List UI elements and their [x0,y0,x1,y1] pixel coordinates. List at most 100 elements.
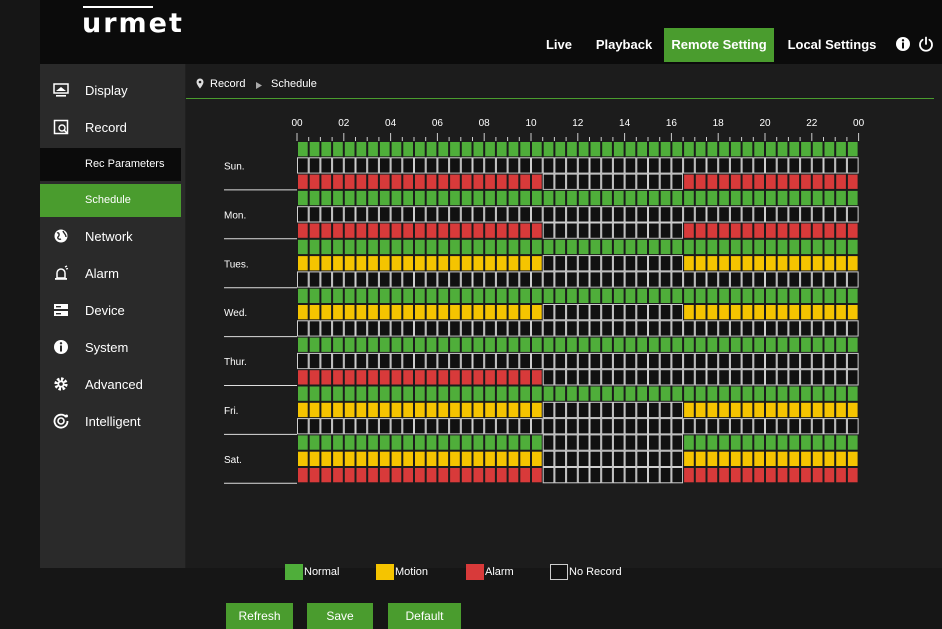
schedule-cell[interactable] [624,271,637,288]
schedule-cell[interactable] [355,222,368,239]
schedule-cell[interactable] [355,369,368,386]
schedule-cell[interactable] [671,336,684,353]
schedule-cell[interactable] [472,450,485,468]
schedule-cell[interactable] [765,369,777,386]
schedule-cell[interactable] [367,418,379,435]
schedule-cell[interactable] [811,287,824,304]
schedule-cell[interactable] [308,304,321,321]
schedule-cell[interactable] [320,467,333,484]
schedule-cell[interactable] [437,141,450,158]
schedule-cell[interactable] [460,401,473,419]
schedule-cell[interactable] [402,238,415,256]
schedule-cell[interactable] [788,271,801,288]
schedule-cell[interactable] [566,336,578,353]
schedule-cell[interactable] [659,352,672,370]
schedule-cell[interactable] [788,352,801,370]
schedule-cell[interactable] [765,467,777,484]
schedule-cell[interactable] [601,336,613,353]
schedule-cell[interactable] [554,418,567,435]
schedule-cell[interactable] [846,157,859,174]
schedule-cell[interactable] [507,255,520,272]
schedule-cell[interactable] [589,352,602,370]
schedule-cell[interactable] [601,271,613,288]
schedule-cell[interactable] [554,467,567,484]
schedule-cell[interactable] [765,352,777,370]
schedule-cell[interactable] [425,450,438,468]
schedule-cell[interactable] [823,418,836,435]
schedule-cell[interactable] [484,467,496,484]
schedule-cell[interactable] [835,206,847,223]
schedule-cell[interactable] [671,434,684,451]
schedule-cell[interactable] [765,157,777,174]
schedule-cell[interactable] [753,287,765,304]
schedule-cell[interactable] [437,238,450,256]
schedule-cell[interactable] [507,157,520,174]
schedule-cell[interactable] [484,434,496,451]
schedule-cell[interactable] [624,287,637,304]
schedule-cell[interactable] [729,287,742,304]
schedule-cell[interactable] [601,352,613,370]
schedule-cell[interactable] [648,206,660,223]
schedule-cell[interactable] [542,255,555,272]
schedule-cell[interactable] [390,189,403,207]
schedule-cell[interactable] [648,304,660,321]
schedule-cell[interactable] [788,173,801,190]
schedule-cell[interactable] [706,157,719,174]
schedule-cell[interactable] [390,418,403,435]
schedule-cell[interactable] [788,369,801,386]
schedule-cell[interactable] [846,369,859,386]
schedule-cell[interactable] [507,418,520,435]
schedule-cell[interactable] [729,352,742,370]
schedule-cell[interactable] [846,336,859,353]
schedule-cell[interactable] [367,352,379,370]
schedule-cell[interactable] [308,369,321,386]
schedule-cell[interactable] [846,418,859,435]
schedule-cell[interactable] [495,238,508,256]
schedule-cell[interactable] [367,238,379,256]
schedule-cell[interactable] [332,467,344,484]
schedule-cell[interactable] [659,238,672,256]
schedule-cell[interactable] [297,467,309,484]
schedule-cell[interactable] [519,450,531,468]
schedule-cell[interactable] [308,287,321,304]
schedule-cell[interactable] [683,287,695,304]
schedule-cell[interactable] [378,271,391,288]
schedule-cell[interactable] [472,369,485,386]
schedule-cell[interactable] [765,450,777,468]
schedule-cell[interactable] [484,352,496,370]
schedule-cell[interactable] [566,206,578,223]
schedule-cell[interactable] [554,287,567,304]
schedule-cell[interactable] [495,336,508,353]
schedule-cell[interactable] [612,434,625,451]
schedule-cell[interactable] [390,401,403,419]
schedule-cell[interactable] [694,369,707,386]
schedule-cell[interactable] [320,418,333,435]
schedule-cell[interactable] [367,222,379,239]
schedule-cell[interactable] [800,222,812,239]
schedule-cell[interactable] [671,385,684,402]
schedule-cell[interactable] [589,467,602,484]
schedule-cell[interactable] [495,450,508,468]
schedule-cell[interactable] [741,173,754,190]
schedule-cell[interactable] [460,320,473,337]
schedule-cell[interactable] [378,401,391,419]
schedule-cell[interactable] [624,385,637,402]
schedule-cell[interactable] [531,173,543,190]
schedule-cell[interactable] [332,385,344,402]
schedule-cell[interactable] [495,434,508,451]
schedule-cell[interactable] [531,320,543,337]
schedule-cell[interactable] [835,173,847,190]
schedule-cell[interactable] [297,352,309,370]
schedule-cell[interactable] [788,189,801,207]
schedule-cell[interactable] [414,157,426,174]
schedule-cell[interactable] [495,189,508,207]
schedule-cell[interactable] [811,418,824,435]
schedule-cell[interactable] [683,255,695,272]
schedule-cell[interactable] [601,304,613,321]
schedule-cell[interactable] [531,434,543,451]
schedule-cell[interactable] [823,189,836,207]
schedule-cell[interactable] [308,336,321,353]
schedule-cell[interactable] [648,401,660,419]
schedule-cell[interactable] [542,141,555,158]
schedule-cell[interactable] [823,206,836,223]
